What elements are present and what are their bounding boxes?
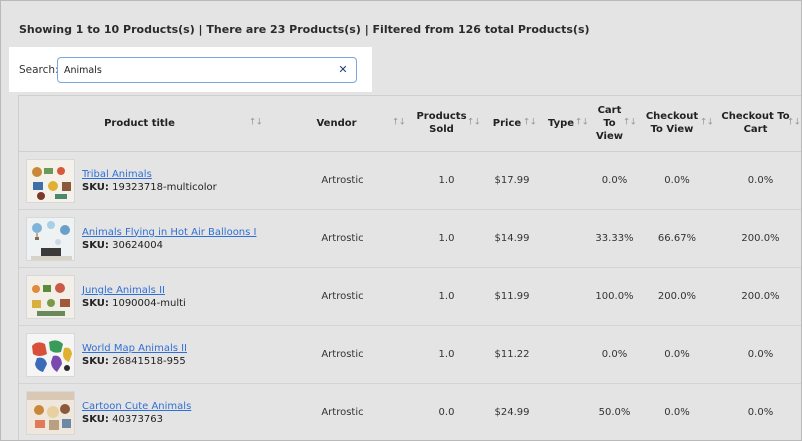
product-info: Animals Flying in Hot Air Balloons I SKU… xyxy=(82,226,256,253)
table-row: Animals Flying in Hot Air Balloons I SKU… xyxy=(19,209,801,268)
product-sku: SKU: 26841518-955 xyxy=(82,355,186,367)
product-info: Jungle Animals II SKU: 1090004-multi xyxy=(82,284,186,311)
cart-to-view-cell: 50.0% xyxy=(592,383,637,440)
checkout-to-view-cell: 66.67% xyxy=(637,209,717,268)
product-info: Cartoon Cute Animals SKU: 40373763 xyxy=(82,400,191,427)
cart-to-view-cell: 0.0% xyxy=(592,151,637,210)
column-header-cart-to-view[interactable]: Cart To View ↑↓ xyxy=(592,96,637,152)
sort-arrows-icon[interactable]: ↑↓ xyxy=(787,117,801,130)
product-thumbnail[interactable] xyxy=(26,274,75,319)
column-header-type[interactable]: Type ↑↓ xyxy=(540,96,592,152)
cart-to-view-cell: 100.0% xyxy=(592,267,637,326)
checkout-to-cart-cell: 0.0% xyxy=(717,325,801,384)
products-sold-cell: 1.0 xyxy=(409,151,484,210)
product-thumbnail[interactable] xyxy=(26,158,75,203)
product-sku: SKU: 19323718-multicolor xyxy=(82,181,217,193)
price-cell: $11.22 xyxy=(484,325,540,384)
checkout-to-view-cell: 200.0% xyxy=(637,267,717,326)
product-title-link[interactable]: Animals Flying in Hot Air Balloons I xyxy=(82,226,256,239)
product-title-link[interactable]: Cartoon Cute Animals xyxy=(82,400,191,413)
products-table: Product title ↑↓ Vendor ↑↓ Products Sold ↑↓… xyxy=(19,96,801,440)
product-cell: Jungle Animals II SKU: 1090004-multi xyxy=(19,267,276,326)
table-row: Tribal Animals SKU: 19323718-multicolor … xyxy=(19,151,801,210)
column-header-checkout-to-cart[interactable]: Checkout To Cart ↑↓ xyxy=(717,96,801,152)
type-cell xyxy=(540,267,592,326)
price-cell: $17.99 xyxy=(484,151,540,210)
column-header-checkout-to-view[interactable]: Checkout To View ↑↓ xyxy=(637,96,717,152)
sort-arrows-icon[interactable]: ↑↓ xyxy=(467,117,481,130)
product-title-link[interactable]: Tribal Animals xyxy=(82,168,217,181)
vendor-cell: Artrostic xyxy=(276,325,409,384)
search-panel: Search: ✕ xyxy=(9,47,372,92)
products-sold-cell: 1.0 xyxy=(409,209,484,268)
products-sold-cell: 0.0 xyxy=(409,383,484,440)
vendor-cell: Artrostic xyxy=(276,267,409,326)
type-cell xyxy=(540,151,592,210)
checkout-to-cart-cell: 0.0% xyxy=(717,383,801,440)
search-input[interactable] xyxy=(64,62,334,79)
products-sold-cell: 1.0 xyxy=(409,325,484,384)
checkout-to-cart-cell: 200.0% xyxy=(717,267,801,326)
table-header-row: Product title ↑↓ Vendor ↑↓ Products Sold ↑↓… xyxy=(19,96,801,152)
checkout-to-view-cell: 0.0% xyxy=(637,151,717,210)
column-header-vendor[interactable]: Vendor ↑↓ xyxy=(276,96,409,152)
product-cell: World Map Animals II SKU: 26841518-955 xyxy=(19,325,276,384)
price-cell: $11.99 xyxy=(484,267,540,326)
checkout-to-cart-cell: 0.0% xyxy=(717,151,801,210)
checkout-to-view-cell: 0.0% xyxy=(637,325,717,384)
sort-arrows-icon[interactable]: ↑↓ xyxy=(700,117,714,130)
vendor-cell: Artrostic xyxy=(276,383,409,440)
sort-arrows-icon[interactable]: ↑↓ xyxy=(575,117,589,130)
column-header-price[interactable]: Price ↑↓ xyxy=(484,96,540,152)
table-row: Cartoon Cute Animals SKU: 40373763 Artro… xyxy=(19,383,801,440)
product-cell: Cartoon Cute Animals SKU: 40373763 xyxy=(19,383,276,440)
product-thumbnail[interactable] xyxy=(26,390,75,435)
column-header-product-title[interactable]: Product title ↑↓ xyxy=(19,96,276,152)
sort-arrows-icon[interactable]: ↑↓ xyxy=(249,117,263,130)
cart-to-view-cell: 33.33% xyxy=(592,209,637,268)
product-title-link[interactable]: World Map Animals II xyxy=(82,342,187,355)
cart-to-view-cell: 0.0% xyxy=(592,325,637,384)
product-sku: SKU: 40373763 xyxy=(82,413,163,425)
products-table-wrapper: Product title ↑↓ Vendor ↑↓ Products Sold ↑↓… xyxy=(18,95,801,440)
price-cell: $14.99 xyxy=(484,209,540,268)
vendor-cell: Artrostic xyxy=(276,209,409,268)
product-cell: Tribal Animals SKU: 19323718-multicolor xyxy=(19,151,276,210)
product-sku: SKU: 1090004-multi xyxy=(82,297,186,309)
sort-arrows-icon[interactable]: ↑↓ xyxy=(623,117,637,130)
vendor-cell: Artrostic xyxy=(276,151,409,210)
table-row: World Map Animals II SKU: 26841518-955 A… xyxy=(19,325,801,384)
table-row: Jungle Animals II SKU: 1090004-multi Art… xyxy=(19,267,801,326)
column-header-products-sold[interactable]: Products Sold ↑↓ xyxy=(409,96,484,152)
product-thumbnail[interactable] xyxy=(26,216,75,261)
product-info: Tribal Animals SKU: 19323718-multicolor xyxy=(82,168,217,195)
price-cell: $24.99 xyxy=(484,383,540,440)
type-cell xyxy=(540,383,592,440)
products-sold-cell: 1.0 xyxy=(409,267,484,326)
product-thumbnail[interactable] xyxy=(26,332,75,377)
search-box[interactable]: ✕ xyxy=(57,57,357,83)
product-sku: SKU: 30624004 xyxy=(82,239,163,251)
checkout-to-cart-cell: 200.0% xyxy=(717,209,801,268)
sort-arrows-icon[interactable]: ↑↓ xyxy=(392,117,406,130)
results-summary: Showing 1 to 10 Products(s) | There are … xyxy=(19,23,590,36)
checkout-to-view-cell: 0.0% xyxy=(637,383,717,440)
close-icon[interactable]: ✕ xyxy=(336,63,350,77)
sort-arrows-icon[interactable]: ↑↓ xyxy=(523,117,537,130)
product-title-link[interactable]: Jungle Animals II xyxy=(82,284,186,297)
type-cell xyxy=(540,325,592,384)
product-info: World Map Animals II SKU: 26841518-955 xyxy=(82,342,187,369)
type-cell xyxy=(540,209,592,268)
search-label: Search: xyxy=(19,64,59,76)
product-cell: Animals Flying in Hot Air Balloons I SKU… xyxy=(19,209,276,268)
page-frame: Showing 1 to 10 Products(s) | There are … xyxy=(0,0,802,441)
